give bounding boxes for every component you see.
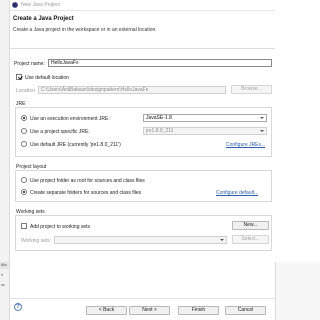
project-name-label: Project name: (14, 61, 45, 67)
help-icon[interactable]: ? (14, 303, 22, 311)
chevron-down-icon (220, 239, 224, 241)
jre-env-radio[interactable] (21, 115, 27, 121)
back-button[interactable]: < Back (86, 306, 127, 315)
working-sets-select[interactable] (54, 236, 227, 244)
window-titlebar: New Java Project (10, 0, 275, 11)
add-working-sets-label: Add project to working sets (30, 224, 91, 230)
new-working-set-button[interactable]: New... (232, 221, 269, 230)
chevron-down-icon (260, 117, 264, 119)
layout-separate-radio[interactable] (21, 189, 27, 195)
window-title: New Java Project (21, 2, 60, 8)
page-description: Create a Java project in the workspace o… (13, 27, 157, 33)
layout-group (15, 170, 272, 202)
jre-default-label: Use default JRE (currently 'jre1.8.0_211… (30, 142, 121, 148)
location-input[interactable]: C:\Users\AnilBalwani\designpattern\Hello… (38, 86, 226, 94)
jre-env-label: Use an execution environment JRE: (30, 116, 110, 122)
add-working-sets-checkbox[interactable] (21, 223, 27, 229)
jre-default-radio[interactable] (21, 141, 27, 147)
location-label: Location: (16, 88, 37, 94)
jre-specific-label: Use a project specific JRE: (30, 129, 90, 135)
background-ide-tab[interactable]: Ma (0, 262, 10, 269)
browse-button[interactable]: Browse... (231, 85, 272, 94)
select-working-sets-button[interactable]: Select... (232, 235, 269, 244)
configure-default-link[interactable]: Configure default... (216, 190, 258, 196)
background-ide-row: sc (1, 282, 5, 287)
wizard-header: Create a Java Project Create a Java proj… (10, 11, 275, 49)
background-ide-row: lr (1, 272, 4, 277)
cancel-button[interactable]: Cancel (225, 306, 266, 315)
layout-separate-label: Create separate folders for sources and … (30, 190, 142, 196)
chevron-down-icon (260, 130, 264, 132)
page-title: Create a Java Project (13, 16, 74, 22)
next-button[interactable]: Next > (129, 306, 170, 315)
layout-root-radio[interactable] (21, 177, 27, 183)
jre-specific-radio[interactable] (21, 128, 27, 134)
eclipse-icon (12, 2, 18, 8)
jre-specific-select-value: jre1.8.0_211 (146, 128, 174, 134)
wizard-body: Project name: HelloJavaFx Use default lo… (10, 49, 275, 320)
working-sets-field-label: Working sets: (21, 238, 52, 244)
jre-specific-select[interactable]: jre1.8.0_211 (143, 127, 267, 135)
configure-jres-link[interactable]: Configure JREs... (226, 142, 265, 148)
use-default-location-label: Use default location (25, 75, 69, 81)
project-name-input[interactable]: HelloJavaFx (48, 59, 272, 67)
background-ide-panel-right (275, 262, 320, 320)
finish-button[interactable]: Finish (178, 306, 219, 315)
use-default-location-checkbox[interactable] (16, 74, 22, 80)
layout-root-label: Use project folder as root for sources a… (30, 178, 145, 184)
jre-env-select-value: JavaSE-1.8 (146, 115, 172, 121)
footer-separator (10, 298, 275, 299)
jre-env-select[interactable]: JavaSE-1.8 (143, 114, 267, 122)
